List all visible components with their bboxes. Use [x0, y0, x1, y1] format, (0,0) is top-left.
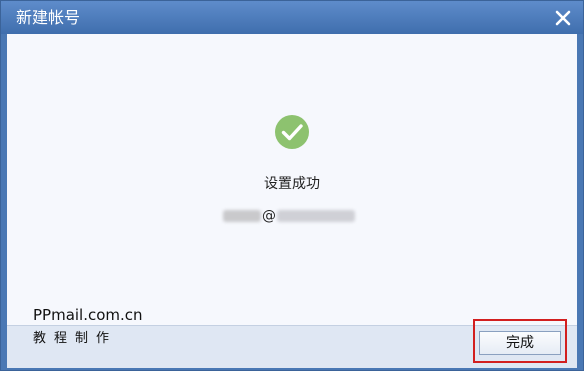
redacted-username [223, 210, 261, 222]
watermark-subtitle: 教程制作 [33, 331, 118, 346]
close-button[interactable] [551, 6, 575, 30]
dialog-title: 新建帐号 [16, 8, 81, 27]
account-address: @ [223, 206, 355, 226]
title-bar[interactable]: 新建帐号 [1, 1, 583, 34]
check-circle-icon [275, 115, 309, 149]
new-account-dialog: 新建帐号 设置成功 @ PPmail.com.cn 教程制作 完成 [0, 0, 584, 371]
at-sign: @ [262, 208, 276, 224]
done-button[interactable]: 完成 [479, 331, 561, 355]
done-button-highlight: 完成 [473, 319, 567, 363]
redacted-domain [277, 210, 355, 222]
status-message: 设置成功 [264, 176, 320, 192]
close-icon [555, 10, 571, 26]
dialog-content: 设置成功 @ [7, 34, 577, 325]
watermark-domain: PPmail.com.cn [33, 306, 143, 324]
